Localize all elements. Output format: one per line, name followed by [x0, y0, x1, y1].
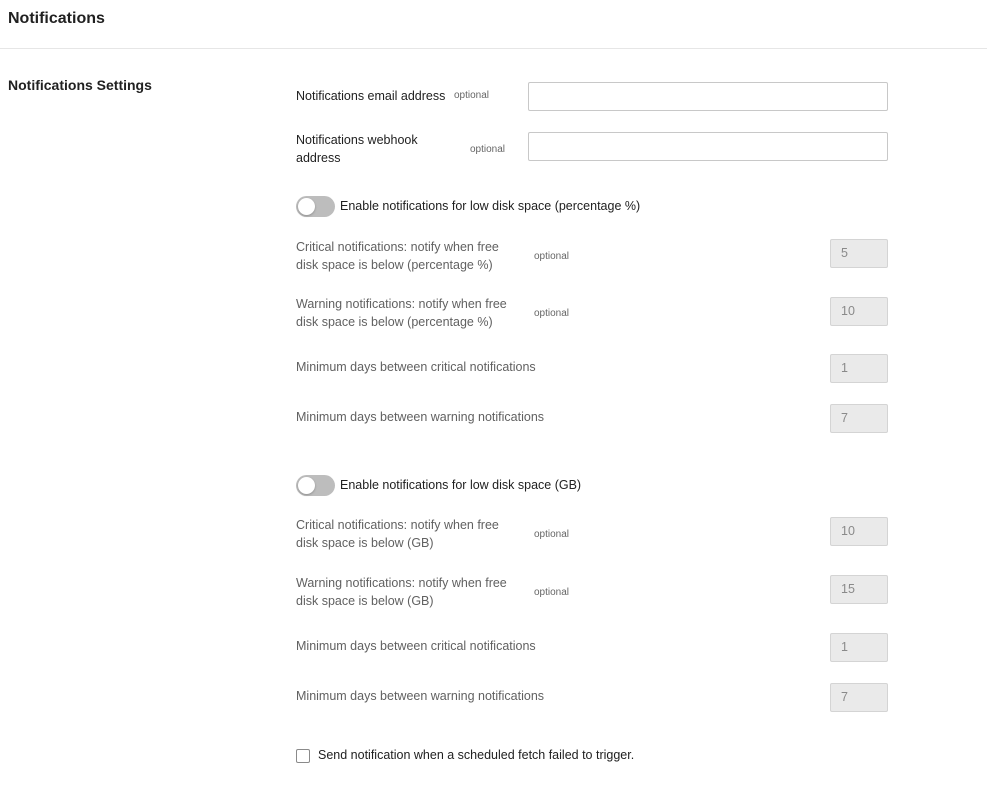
email-label: Notifications email address [296, 89, 446, 103]
gb-critical-input[interactable]: 10 [830, 517, 888, 546]
percent-warning-input[interactable]: 10 [830, 297, 888, 326]
email-optional-tag: optional [454, 90, 490, 101]
gb-min-critical-input[interactable]: 1 [830, 633, 888, 662]
percent-critical-input[interactable]: 5 [830, 239, 888, 268]
gb-warning-input[interactable]: 15 [830, 575, 888, 604]
percent-toggle-label: Enable notifications for low disk space … [340, 199, 641, 213]
percent-min-warning-input[interactable]: 7 [830, 404, 888, 433]
toggle-knob [298, 198, 315, 215]
gb-critical-optional-tag: optional [534, 529, 570, 540]
webhook-label-line1: Notifications webhook [296, 133, 418, 147]
percent-critical-label-line2: disk space is below (percentage %) [296, 258, 493, 272]
gb-toggle-label: Enable notifications for low disk space … [340, 478, 582, 492]
gb-critical-label-line1: Critical notifications: notify when free [296, 518, 499, 532]
scheduled-fetch-label: Send notification when a scheduled fetch… [318, 748, 635, 762]
scheduled-fetch-checkbox[interactable] [296, 749, 310, 763]
gb-min-critical-label: Minimum days between critical notificati… [296, 639, 536, 653]
gb-critical-label-line2: disk space is below (GB) [296, 536, 434, 550]
gb-warning-optional-tag: optional [534, 587, 570, 598]
page-title: Notifications [8, 10, 105, 27]
percent-critical-optional-tag: optional [534, 251, 570, 262]
percent-toggle[interactable] [296, 196, 335, 217]
gb-warning-label-line1: Warning notifications: notify when free [296, 576, 507, 590]
webhook-input[interactable] [528, 132, 888, 161]
gb-min-warning-label: Minimum days between warning notificatio… [296, 689, 545, 703]
webhook-label-line2: address [296, 151, 341, 165]
gb-toggle[interactable] [296, 475, 335, 496]
toggle-knob [298, 477, 315, 494]
percent-critical-label-line1: Critical notifications: notify when free [296, 240, 499, 254]
percent-min-critical-label: Minimum days between critical notificati… [296, 360, 536, 374]
email-input[interactable] [528, 82, 888, 111]
page-header: Notifications [0, 0, 987, 49]
gb-warning-label-line2: disk space is below (GB) [296, 594, 434, 608]
webhook-optional-tag: optional [470, 144, 506, 155]
percent-min-critical-input[interactable]: 1 [830, 354, 888, 383]
gb-min-warning-input[interactable]: 7 [830, 683, 888, 712]
percent-warning-label-line2: disk space is below (percentage %) [296, 315, 493, 329]
section-title: Notifications Settings [8, 77, 152, 93]
percent-min-warning-label: Minimum days between warning notificatio… [296, 410, 545, 424]
percent-warning-optional-tag: optional [534, 308, 570, 319]
percent-warning-label-line1: Warning notifications: notify when free [296, 297, 507, 311]
